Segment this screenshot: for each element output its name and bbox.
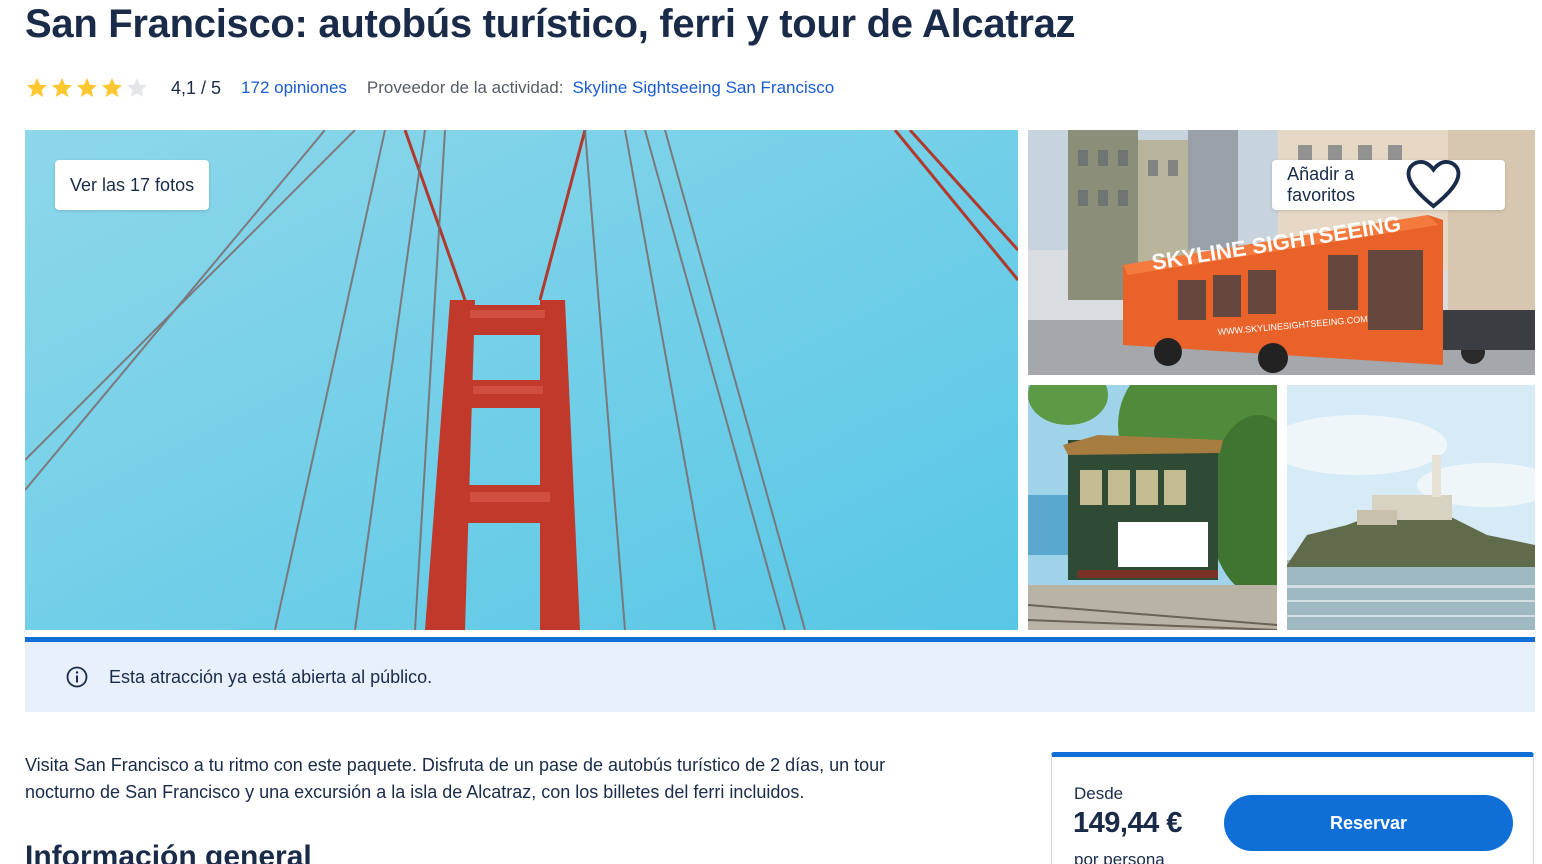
star-filled-icon — [102, 78, 122, 97]
photo-gallery: Ver las 17 fotos SKYLINE SIGHTSEEING WWW… — [25, 130, 1535, 630]
activity-description: Visita San Francisco a tu ritmo con este… — [25, 752, 985, 806]
description-line: nocturno de San Francisco y una excursió… — [25, 782, 805, 802]
rating-row: 4,1 / 5 172 opiniones Proveedor de la ac… — [25, 74, 834, 102]
provider-label: Proveedor de la actividad: — [366, 78, 564, 97]
main-photo-golden-gate[interactable]: Ver las 17 fotos — [25, 130, 1018, 630]
rating-score: 4,1 / 5 — [171, 77, 222, 98]
star-filled-icon — [52, 78, 72, 97]
star-empty-icon — [127, 78, 147, 97]
star-rating — [25, 76, 149, 100]
price-value: 149,44 € — [1073, 807, 1182, 839]
photo-cable-car[interactable] — [1028, 385, 1277, 630]
star-filled-icon — [77, 78, 97, 97]
price-from-label: Desde — [1074, 784, 1124, 803]
photo-tour-bus[interactable]: SKYLINE SIGHTSEEING WWW.SKYLINESIGHTSEEI… — [1028, 130, 1535, 375]
add-to-favorites-button[interactable]: Añadir a favoritos — [1272, 160, 1505, 210]
description-line: Visita San Francisco a tu ritmo con este… — [25, 755, 886, 775]
provider-link[interactable]: Skyline Sightseeing San Francisco — [572, 78, 834, 98]
info-icon — [66, 666, 88, 688]
heart-icon — [1406, 160, 1461, 209]
photo-alcatraz-island[interactable] — [1287, 385, 1535, 630]
booking-card: Desde 149,44 € por persona Reservar — [1051, 752, 1534, 864]
section-heading-overview: Información general — [25, 840, 312, 864]
see-all-photos-button[interactable]: Ver las 17 fotos — [55, 160, 210, 210]
notice-text: Esta atracción ya está abierta al públic… — [109, 666, 433, 687]
favorite-label: Añadir a favoritos — [1287, 164, 1356, 205]
price-per-label: por persona — [1074, 850, 1165, 864]
open-notice-banner: Esta atracción ya está abierta al públic… — [25, 637, 1535, 712]
reviews-link[interactable]: 172 opiniones — [241, 78, 347, 98]
page-title: San Francisco: autobús turístico, ferri … — [25, 2, 1076, 46]
reserve-button[interactable]: Reservar — [1224, 795, 1513, 851]
star-filled-icon — [27, 78, 47, 97]
